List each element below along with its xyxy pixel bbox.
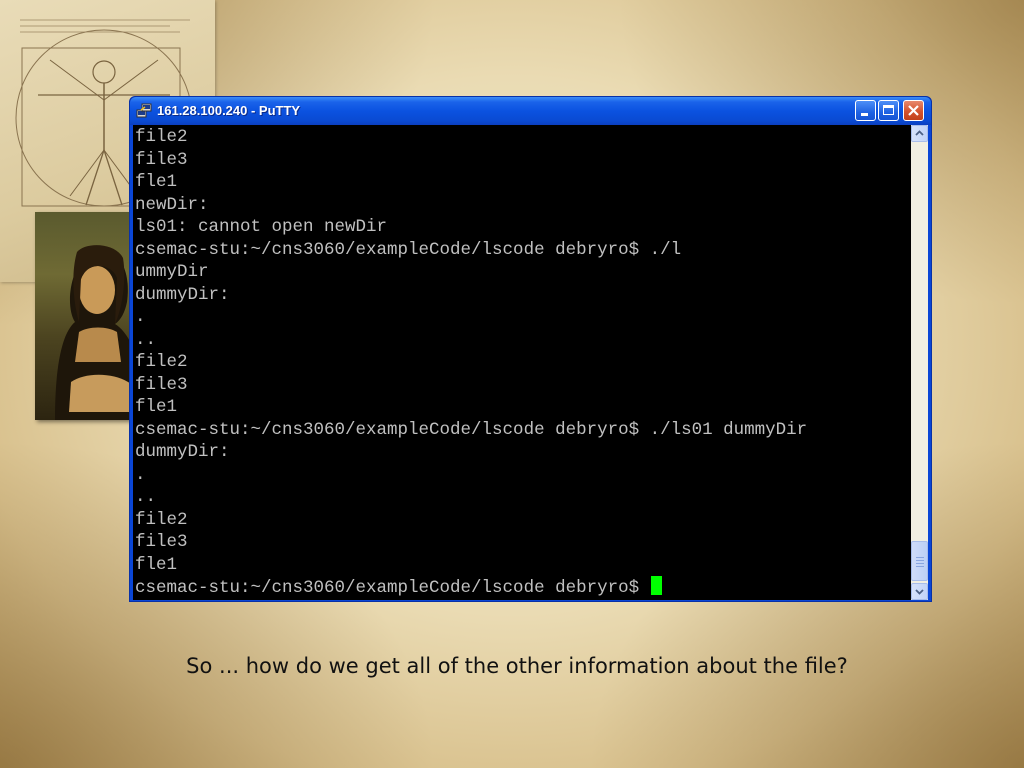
terminal-line: file3 (135, 149, 188, 170)
terminal-line: . (135, 464, 146, 485)
vertical-scrollbar[interactable] (911, 125, 928, 600)
window-title: 161.28.100.240 - PuTTY (157, 103, 301, 118)
terminal-line: dummyDir: (135, 442, 230, 462)
maximize-icon (883, 105, 894, 115)
terminal-line: file2 (135, 127, 188, 147)
terminal-output[interactable]: file2 file3 fle1 newDir: ls01: cannot op… (133, 125, 911, 600)
thumb-grip (916, 557, 924, 558)
minimize-icon (861, 113, 868, 116)
terminal-line: ummyDir (135, 262, 209, 282)
thumb-grip (916, 560, 924, 561)
prompt-text: csemac-stu:~/cns3060/exampleCode/lscode … (135, 578, 650, 598)
thumb-grip (916, 563, 924, 564)
terminal-line: newDir: (135, 194, 209, 215)
slide-caption: So ... how do we get all of the other in… (186, 654, 848, 678)
scroll-up-button[interactable] (911, 125, 928, 142)
putty-window[interactable]: 161.28.100.240 - PuTTY file2 file3 fle1 … (129, 96, 932, 602)
thumb-grip (916, 566, 924, 567)
maximize-button[interactable] (878, 100, 899, 121)
terminal-line: file2 (135, 352, 188, 372)
putty-icon[interactable] (136, 103, 152, 119)
text-cursor (650, 576, 662, 595)
terminal-line: file2 (135, 509, 188, 530)
terminal-line: fle1 (135, 397, 178, 417)
close-button[interactable] (903, 100, 924, 121)
terminal-line: file3 (135, 532, 188, 552)
chevron-down-icon (915, 589, 924, 595)
terminal-line: .. (135, 487, 157, 507)
title-bar[interactable]: 161.28.100.240 - PuTTY (130, 97, 931, 125)
terminal-line: file3 (135, 374, 188, 395)
terminal-line: csemac-stu:~/cns3060/exampleCode/lscode … (135, 239, 682, 260)
chevron-up-icon (915, 130, 924, 136)
terminal-line: .. (135, 329, 157, 350)
terminal-line: fle1 (135, 554, 178, 575)
terminal-line: csemac-stu:~/cns3060/exampleCode/lscode … (135, 419, 808, 440)
terminal-line: ls01: cannot open newDir (135, 217, 388, 237)
close-icon (908, 105, 919, 116)
minimize-button[interactable] (855, 100, 876, 121)
terminal-prompt-line[interactable]: csemac-stu:~/cns3060/exampleCode/lscode … (135, 576, 662, 598)
terminal-line: fle1 (135, 172, 178, 192)
scroll-thumb[interactable] (911, 541, 928, 581)
scroll-down-button[interactable] (911, 583, 928, 600)
terminal-line: dummyDir: (135, 284, 230, 305)
terminal-line: . (135, 307, 146, 327)
